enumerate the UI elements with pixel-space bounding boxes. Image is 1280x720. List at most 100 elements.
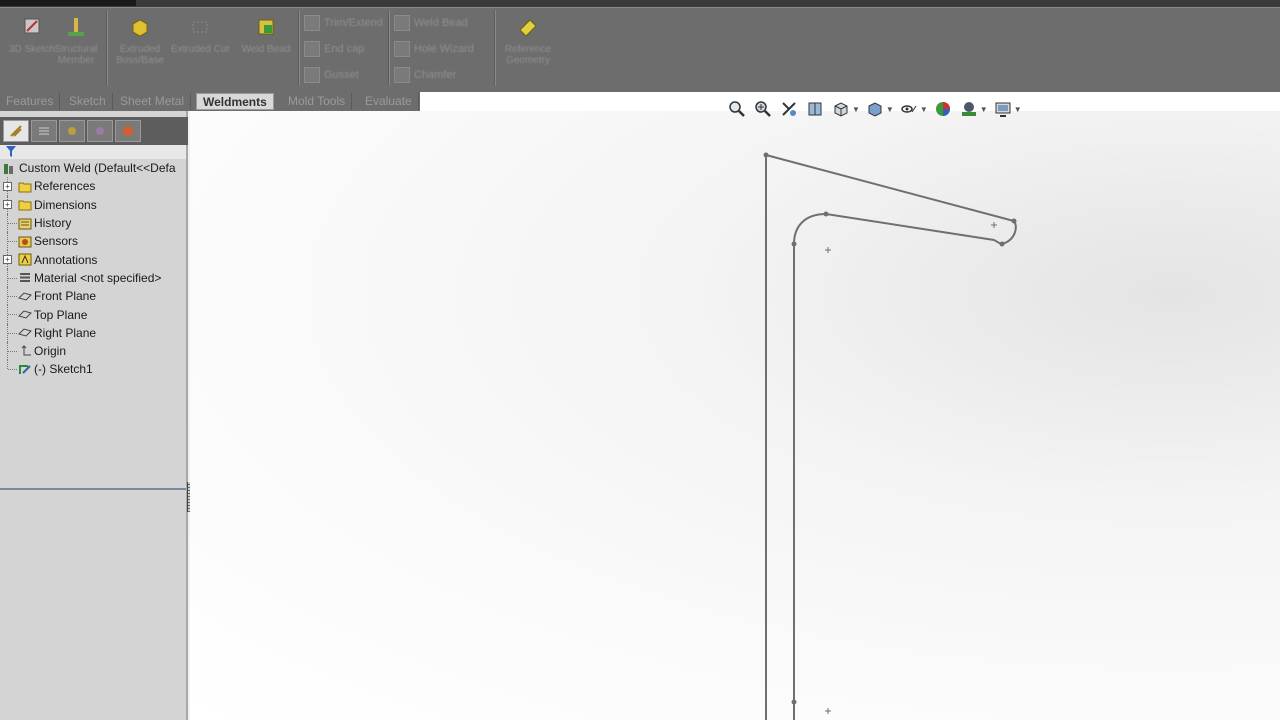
tree-item-label: History [34, 216, 72, 231]
tree-item-top-plane[interactable]: Top Plane [0, 305, 186, 324]
expand-toggle[interactable]: + [3, 200, 12, 210]
filter-icon [6, 146, 16, 157]
tree-item-right-plane[interactable]: Right Plane [0, 323, 186, 342]
extruded-boss-label: Extruded Boss/Base [116, 44, 164, 66]
view-settings-button[interactable] [992, 98, 1014, 120]
gusset-button[interactable]: Gusset [304, 64, 359, 86]
weld-bead-large-button[interactable]: Weld Bead [234, 12, 298, 84]
tab-sheet-metal[interactable]: Sheet Metal [114, 93, 192, 110]
feature-manager-panel: Custom Weld (Default<<Defa + References … [0, 111, 188, 720]
tab-sketch[interactable]: Sketch [63, 93, 113, 110]
separator [298, 10, 300, 86]
extruded-boss-button[interactable]: Extruded Boss/Base [108, 12, 172, 84]
apply-scene-button[interactable] [958, 98, 980, 120]
tree-item-label: References [34, 179, 96, 194]
edit-appearance-icon [935, 102, 950, 116]
3d-sketch-icon [24, 18, 40, 34]
tree-item-sketch1[interactable]: (-) Sketch1 [0, 360, 186, 378]
part-icon [4, 163, 13, 174]
trim-extend-icon [304, 15, 320, 31]
tree-item-label: Dimensions [34, 197, 97, 212]
hole-wizard-button[interactable]: Hole Wizard [394, 38, 474, 60]
extruded-cut-icon [192, 21, 208, 33]
weld-bead-large-label: Weld Bead [241, 44, 291, 55]
dimxpert-manager-tab[interactable] [87, 120, 113, 142]
tree-item-label: Origin [34, 344, 67, 359]
feature-manager-tab[interactable] [3, 120, 29, 142]
chamfer-button[interactable]: Chamfer [394, 64, 456, 86]
tab-evaluate[interactable]: Evaluate [359, 93, 419, 110]
gusset-label: Gusset [324, 69, 359, 81]
section-view-button[interactable] [804, 98, 826, 120]
section-view-icon [808, 102, 822, 116]
configuration-manager-tab[interactable] [59, 120, 85, 142]
chevron-down-icon[interactable]: ▼ [1014, 105, 1022, 114]
tree-item-history[interactable]: History [0, 213, 186, 233]
reference-geometry-button[interactable]: Reference Geometry [496, 12, 560, 84]
structural-member-button[interactable]: Structural Member [44, 12, 108, 84]
gusset-icon [304, 67, 320, 83]
tree-item-front-plane[interactable]: Front Plane [0, 287, 186, 306]
graphics-area[interactable] [190, 111, 1280, 720]
feature-tree: Custom Weld (Default<<Defa + References … [0, 159, 186, 379]
tree-item-sensors[interactable]: Sensors [0, 232, 186, 251]
hide-show-items-button[interactable] [898, 98, 920, 120]
end-cap-icon [304, 41, 320, 57]
zoom-to-area-button[interactable] [752, 98, 774, 120]
previous-view-icon [782, 102, 796, 116]
display-style-icon [868, 102, 882, 117]
weld-bead-small-button[interactable]: Weld Bead [394, 12, 468, 34]
previous-view-button[interactable] [778, 98, 800, 120]
extruded-cut-button[interactable]: Extruded Cut [168, 12, 232, 84]
dimxpert-icon [96, 127, 104, 135]
rollback-bar[interactable] [0, 488, 186, 490]
chevron-down-icon[interactable]: ▼ [920, 105, 928, 114]
tree-item-dimensions[interactable]: + Dimensions [0, 195, 186, 214]
weld-bead-icon [394, 15, 410, 31]
display-manager-tab[interactable] [115, 120, 141, 142]
tree-item-label: Top Plane [34, 307, 88, 322]
extruded-cut-label: Extruded Cut [170, 44, 230, 55]
tab-mold-tools[interactable]: Mold Tools [282, 93, 353, 110]
view-settings-icon [995, 102, 1011, 117]
property-manager-tab[interactable] [31, 120, 57, 142]
tree-root-part[interactable]: Custom Weld (Default<<Defa [0, 159, 186, 177]
zoom-to-fit-button[interactable] [726, 98, 748, 120]
sensors-icon [18, 236, 32, 248]
display-style-button[interactable] [864, 98, 886, 120]
tree-item-material[interactable]: Material <not specified> [0, 268, 186, 288]
edit-appearance-button[interactable] [932, 98, 954, 120]
property-manager-icon [39, 127, 49, 135]
weld-bead-small-label: Weld Bead [414, 17, 468, 29]
tree-item-annotations[interactable]: + Annotations [0, 250, 186, 269]
tree-item-label: Front Plane [34, 289, 97, 304]
origin-icon [21, 344, 31, 356]
annotations-icon [18, 253, 32, 266]
structural-member-icon [68, 18, 84, 36]
chevron-down-icon[interactable]: ▼ [852, 105, 860, 114]
heads-up-view-toolbar: ▼ ▼ ▼ ▼ ▼ [726, 98, 1026, 120]
tree-item-origin[interactable]: Origin [0, 341, 186, 361]
hole-wizard-icon [394, 41, 410, 57]
weld-bead-icon [258, 19, 274, 35]
tree-filter-bar[interactable] [0, 145, 186, 159]
tree-item-label: (-) Sketch1 [34, 362, 93, 377]
hole-wizard-label: Hole Wizard [414, 43, 474, 55]
tree-item-references[interactable]: + References [0, 177, 186, 196]
expand-toggle[interactable]: + [3, 255, 12, 265]
expand-toggle[interactable]: + [3, 181, 12, 191]
tab-weldments[interactable]: Weldments [196, 93, 274, 110]
tree-item-label: Material <not specified> [34, 270, 162, 285]
chevron-down-icon[interactable]: ▼ [886, 105, 894, 114]
view-orientation-button[interactable] [830, 98, 852, 120]
tree-root-label: Custom Weld (Default<<Defa [19, 161, 176, 176]
chevron-down-icon[interactable]: ▼ [980, 105, 988, 114]
tab-features[interactable]: Features [0, 93, 61, 110]
end-cap-label: End cap [324, 43, 365, 55]
tree-item-label: Right Plane [34, 325, 97, 340]
title-bar-strip [0, 0, 1280, 8]
trim-extend-button[interactable]: Trim/Extend [304, 12, 383, 34]
end-cap-button[interactable]: End cap [304, 38, 364, 60]
tree-item-label: Annotations [34, 252, 98, 267]
zoom-to-fit-icon [729, 101, 745, 117]
